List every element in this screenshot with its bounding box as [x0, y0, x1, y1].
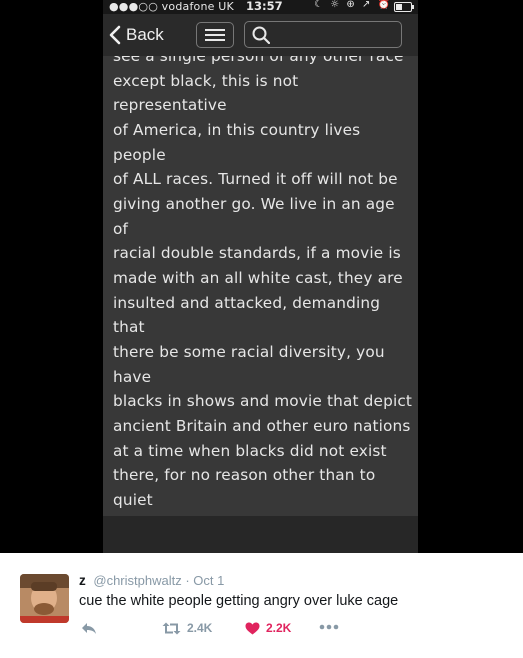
status-icons: ☾ ☼ ⊕ ↗ ⏰	[314, 0, 392, 10]
tweet-card: z @christphwaltz · Oct 1 cue the white p…	[0, 553, 523, 658]
ellipsis-icon	[319, 624, 339, 630]
like-button[interactable]: 2.2K	[245, 621, 291, 635]
more-options-button[interactable]	[319, 624, 339, 630]
battery-icon	[394, 2, 414, 12]
back-button[interactable]: Back	[109, 23, 164, 47]
status-bar: ●●●○○ vodafone UK 13:57 ☾ ☼ ⊕ ↗ ⏰	[103, 0, 418, 14]
tweet-header: z @christphwaltz · Oct 1	[79, 573, 224, 588]
clock-time: 13:57	[246, 0, 283, 13]
reply-icon	[82, 623, 96, 634]
post-text: see a single person of any other race ex…	[113, 56, 413, 516]
heart-icon	[245, 622, 260, 634]
tweet-text: cue the white people getting angry over …	[79, 593, 399, 609]
like-count: 2.2K	[266, 621, 292, 635]
phone-screenshot: ●●●○○ vodafone UK 13:57 ☾ ☼ ⊕ ↗ ⏰ Back s…	[103, 0, 418, 553]
search-input[interactable]	[276, 26, 400, 43]
avatar-image	[20, 574, 69, 623]
chevron-left-icon	[109, 25, 121, 45]
retweet-button[interactable]: 2.4K	[162, 621, 212, 635]
hamburger-icon	[205, 29, 225, 41]
post-content: see a single person of any other race ex…	[103, 56, 418, 516]
search-box[interactable]	[244, 21, 402, 48]
bottom-strip	[103, 516, 418, 553]
retweet-icon	[162, 622, 181, 634]
retweet-count: 2.4K	[187, 621, 213, 635]
tweet-date[interactable]: · Oct 1	[185, 573, 224, 588]
tweet-actions: 2.4K 2.2K	[79, 621, 379, 641]
menu-button[interactable]	[196, 22, 234, 48]
tweet-author-name[interactable]: z	[79, 573, 86, 588]
search-icon	[252, 26, 270, 44]
carrier-label: ●●●○○ vodafone UK	[109, 0, 234, 13]
reply-button[interactable]	[81, 622, 97, 635]
nav-bar: Back	[103, 14, 418, 56]
tweet-handle[interactable]: @christphwaltz	[93, 573, 181, 588]
avatar[interactable]	[20, 574, 69, 623]
back-label: Back	[126, 25, 164, 44]
